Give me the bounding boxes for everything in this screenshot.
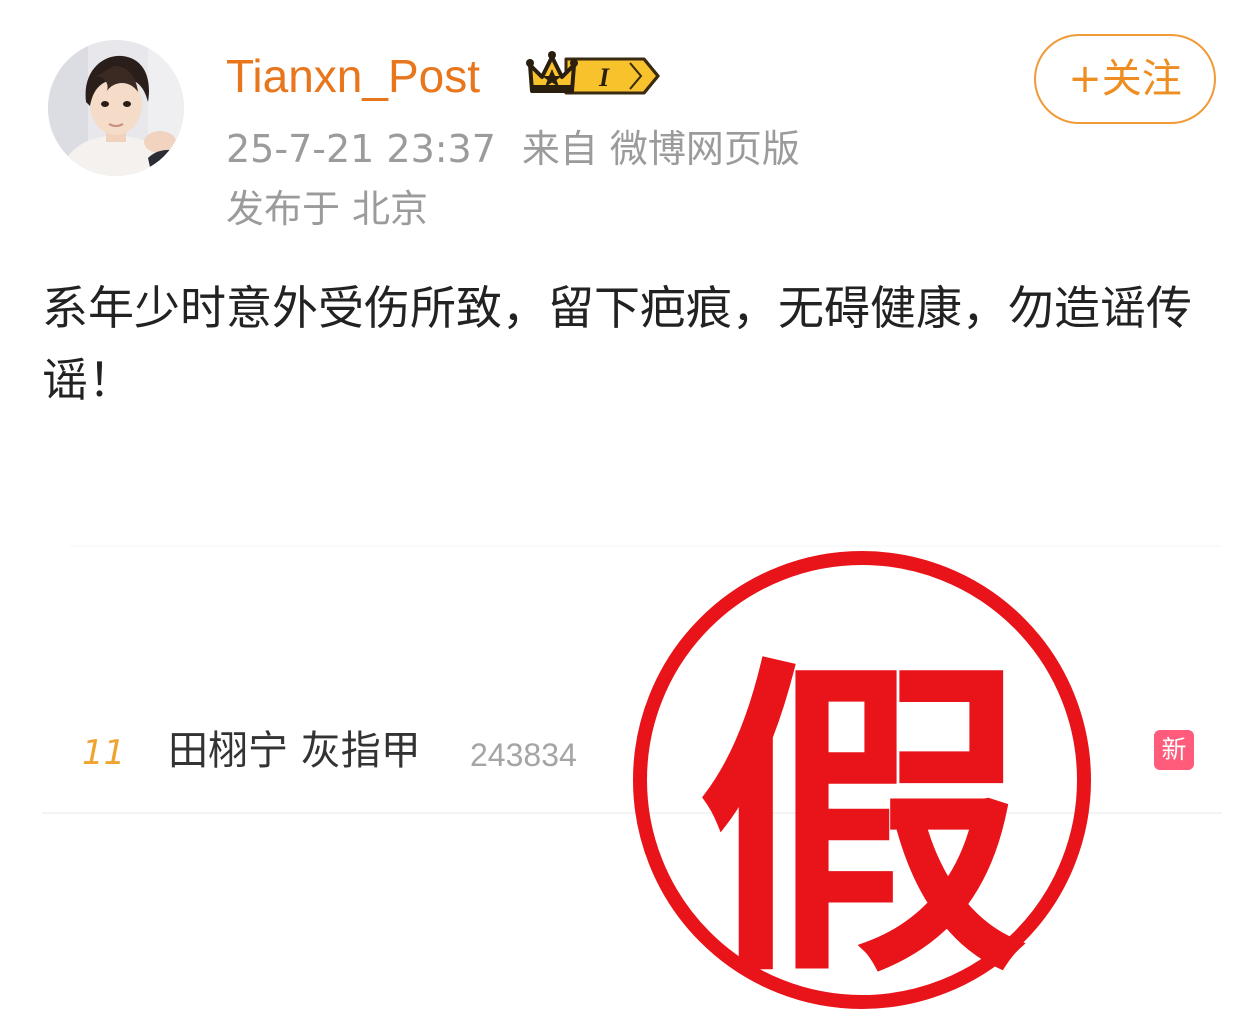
post-time: 25-7-21 23:37 [226, 127, 496, 171]
location-prefix: 发布于 [226, 187, 341, 231]
crown-icon: I [526, 47, 662, 101]
fake-stamp: 假 [624, 540, 1100, 1020]
post-meta: 25-7-21 23:37 来自 微博网页版 [226, 124, 800, 174]
location-value: 北京 [352, 187, 429, 231]
post-source[interactable]: 微博网页版 [610, 127, 800, 171]
badge-level: I [598, 63, 610, 92]
trending-count: 243834 [470, 737, 577, 773]
trending-rank: 11 [82, 733, 126, 773]
post-location: 发布于 北京 [226, 184, 428, 234]
avatar[interactable] [48, 40, 184, 176]
stamp-text: 假 [697, 632, 1027, 1016]
trending-title[interactable]: 田栩宁 灰指甲 [168, 724, 421, 778]
new-badge: 新 [1154, 730, 1194, 770]
follow-button[interactable]: +关注 [1034, 34, 1216, 124]
post-text: 系年少时意外受伤所致，留下疤痕，无碍健康，勿造谣传谣！ [42, 281, 1192, 407]
avatar-photo [48, 40, 184, 176]
source-prefix: 来自 [521, 127, 598, 171]
username[interactable]: Tianxn_Post [226, 46, 480, 106]
